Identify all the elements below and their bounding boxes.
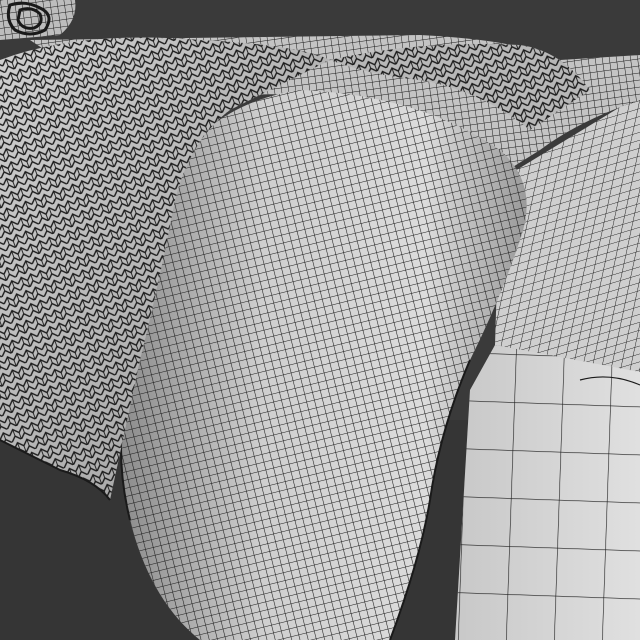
- 3d-viewport: [0, 0, 640, 640]
- wireframe-render: [0, 0, 640, 640]
- bed-frame: [455, 345, 640, 640]
- pillow: [0, 0, 76, 40]
